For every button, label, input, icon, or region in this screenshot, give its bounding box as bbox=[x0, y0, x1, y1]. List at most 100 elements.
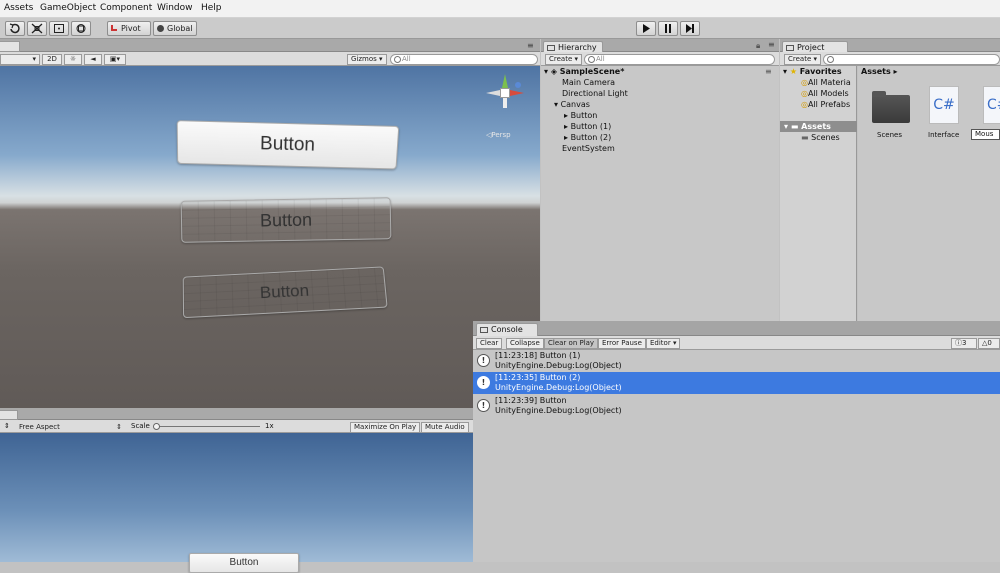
mode-2d-toggle[interactable]: 2D bbox=[42, 54, 62, 65]
folder-tab-icon bbox=[786, 45, 794, 51]
console-collapse-button[interactable]: Collapse bbox=[506, 338, 544, 349]
panel-menu-icon[interactable]: ≡ bbox=[768, 40, 775, 49]
lock-icon[interactable]: 🔒︎ bbox=[756, 41, 760, 51]
unity-scene-icon: ◈ bbox=[550, 67, 557, 76]
console-editor-dropdown[interactable]: Editor ▾ bbox=[646, 338, 681, 349]
aspect-dropdown[interactable]: Free Aspect ⇕ bbox=[15, 422, 125, 433]
game-button[interactable]: Button bbox=[189, 553, 299, 573]
scale-slider[interactable] bbox=[153, 423, 260, 430]
play-button[interactable] bbox=[636, 21, 656, 36]
console-error-pause-toggle[interactable]: Error Pause bbox=[598, 338, 646, 349]
scene-search-input[interactable]: All bbox=[390, 54, 538, 65]
audio-toggle[interactable]: ◄ bbox=[84, 54, 102, 65]
console-row-message: [11:23:39] Button bbox=[495, 396, 567, 405]
tab-game[interactable] bbox=[0, 410, 18, 420]
hierarchy-item-eventsystem[interactable]: EventSystem bbox=[562, 144, 615, 153]
console-warning-filter[interactable]: ⓘ3 bbox=[951, 338, 977, 349]
menu-gameobject[interactable]: GameObject bbox=[40, 3, 96, 13]
rotate-tool-button[interactable] bbox=[5, 21, 25, 36]
effects-dropdown[interactable]: ▣▾ bbox=[104, 54, 126, 65]
globe-icon bbox=[157, 25, 164, 32]
pause-button[interactable] bbox=[658, 21, 678, 36]
step-button[interactable] bbox=[680, 21, 700, 36]
csharp-script-icon[interactable]: C# bbox=[929, 86, 959, 124]
play-icon bbox=[643, 24, 650, 33]
asset-rename-field[interactable]: Mous bbox=[971, 129, 1000, 140]
lighting-toggle[interactable]: ☼ bbox=[64, 54, 82, 65]
scene-menu-icon[interactable]: ≡ bbox=[765, 67, 772, 76]
display-dropdown[interactable]: ⇕ bbox=[4, 422, 10, 430]
folder-icon: ▬ bbox=[790, 122, 799, 131]
scale-tool-button[interactable] bbox=[27, 21, 47, 36]
favorite-all-prefabs[interactable]: ◎All Prefabs bbox=[801, 100, 850, 109]
hierarchy-item-button-2[interactable]: ▸ Button (2) bbox=[564, 133, 611, 142]
console-row-selected[interactable]: ! [11:23:35] Button (2) UnityEngine.Debu… bbox=[473, 372, 1000, 394]
scene-button-3[interactable]: Button bbox=[182, 266, 388, 319]
hierarchy-item-button[interactable]: ▸ Button bbox=[564, 111, 597, 120]
rect-icon bbox=[54, 24, 64, 33]
hierarchy-search-input[interactable]: All bbox=[584, 54, 775, 65]
scale-slider-thumb[interactable] bbox=[153, 423, 160, 430]
gizmo-cube-icon bbox=[500, 88, 510, 98]
gizmo-z-icon bbox=[515, 82, 521, 88]
asset-interface-label: Interface bbox=[928, 131, 960, 139]
pivot-toggle[interactable]: Pivot bbox=[107, 21, 151, 36]
project-breadcrumb[interactable]: Assets ▸ bbox=[861, 67, 898, 76]
scene-button-1[interactable]: Button bbox=[176, 120, 400, 170]
menu-help[interactable]: Help bbox=[201, 3, 222, 13]
rect-tool-button[interactable] bbox=[49, 21, 69, 36]
mute-audio-toggle[interactable]: Mute Audio bbox=[421, 422, 469, 433]
console-row[interactable]: ! [11:23:18] Button (1) UnityEngine.Debu… bbox=[473, 350, 1000, 372]
favorite-all-materials[interactable]: ◎All Materia bbox=[801, 78, 851, 87]
transform-tool-button[interactable] bbox=[71, 21, 91, 36]
scene-orientation-gizmo[interactable] bbox=[480, 72, 532, 120]
project-create-button[interactable]: Create ▾ bbox=[784, 54, 822, 65]
persp-label[interactable]: ◁Persp bbox=[486, 131, 511, 139]
hierarchy-create-button[interactable]: Create ▾ bbox=[545, 54, 583, 65]
panel-menu-icon[interactable]: ≡ bbox=[527, 41, 534, 50]
scene-viewport[interactable]: Button Button Button ◁Persp bbox=[0, 66, 540, 408]
assets-tree-scenes[interactable]: ▬ Scenes bbox=[801, 133, 840, 142]
asset-scenes[interactable] bbox=[870, 91, 910, 123]
menu-assets[interactable]: Assets bbox=[4, 3, 33, 13]
assets-tree-item[interactable]: ▾ ▬ Assets bbox=[780, 121, 857, 132]
info-icon: ! bbox=[477, 399, 490, 412]
scene-root-item[interactable]: ▾ ◈ SampleScene* bbox=[544, 67, 624, 76]
search-icon: ◎ bbox=[801, 100, 808, 109]
maximize-on-play-toggle[interactable]: Maximize On Play bbox=[350, 422, 421, 433]
csharp-script-icon[interactable]: C# bbox=[983, 86, 1000, 124]
console-clear-on-play-toggle[interactable]: Clear on Play bbox=[544, 338, 599, 349]
scene-tabbar: ≡ bbox=[0, 39, 540, 52]
dropdown-arrow-icon: ⇕ bbox=[116, 423, 122, 431]
menu-window[interactable]: Window bbox=[157, 3, 193, 13]
tab-scene[interactable] bbox=[0, 41, 20, 52]
project-tree: ▾ ★ Favorites ◎All Materia ◎All Models ◎… bbox=[780, 66, 857, 321]
hierarchy-item-canvas[interactable]: ▾ Canvas bbox=[554, 100, 590, 109]
step-icon bbox=[686, 24, 694, 33]
list-icon bbox=[547, 45, 555, 51]
hierarchy-item-button-1[interactable]: ▸ Button (1) bbox=[564, 122, 611, 131]
menu-component[interactable]: Component bbox=[100, 3, 152, 13]
console-row-message: [11:23:35] Button (2) bbox=[495, 373, 581, 382]
project-search-input[interactable] bbox=[823, 54, 1000, 65]
favorite-all-models[interactable]: ◎All Models bbox=[801, 89, 849, 98]
global-toggle[interactable]: Global bbox=[153, 21, 197, 36]
favorites-item[interactable]: ▾ ★ Favorites bbox=[783, 67, 842, 76]
console-error-filter[interactable]: △0 bbox=[978, 338, 1000, 349]
folder-tab-shape bbox=[872, 91, 886, 97]
tab-console[interactable]: Console bbox=[476, 323, 538, 336]
hierarchy-panel: ▾ ◈ SampleScene* ≡ Main Camera Direction… bbox=[541, 66, 779, 321]
hierarchy-item-main-camera[interactable]: Main Camera bbox=[562, 78, 615, 87]
shading-mode-dropdown[interactable]: ▾ bbox=[0, 54, 40, 65]
gizmo-neg-y-icon bbox=[503, 98, 507, 108]
game-viewport[interactable]: Button bbox=[0, 433, 473, 573]
console-row[interactable]: ! [11:23:39] Button UnityEngine.Debug:Lo… bbox=[473, 395, 1000, 417]
scene-button-2[interactable]: Button bbox=[180, 197, 392, 243]
hierarchy-toolbar: Create ▾ All bbox=[541, 52, 779, 66]
console-clear-button[interactable]: Clear bbox=[476, 338, 503, 349]
hierarchy-item-directional-light[interactable]: Directional Light bbox=[562, 89, 628, 98]
console-icon bbox=[480, 327, 488, 333]
pause-icon bbox=[665, 24, 671, 33]
console-toolbar: Clear Collapse Clear on Play Error Pause… bbox=[473, 336, 1000, 350]
gizmos-dropdown[interactable]: Gizmos ▾ bbox=[347, 54, 387, 65]
